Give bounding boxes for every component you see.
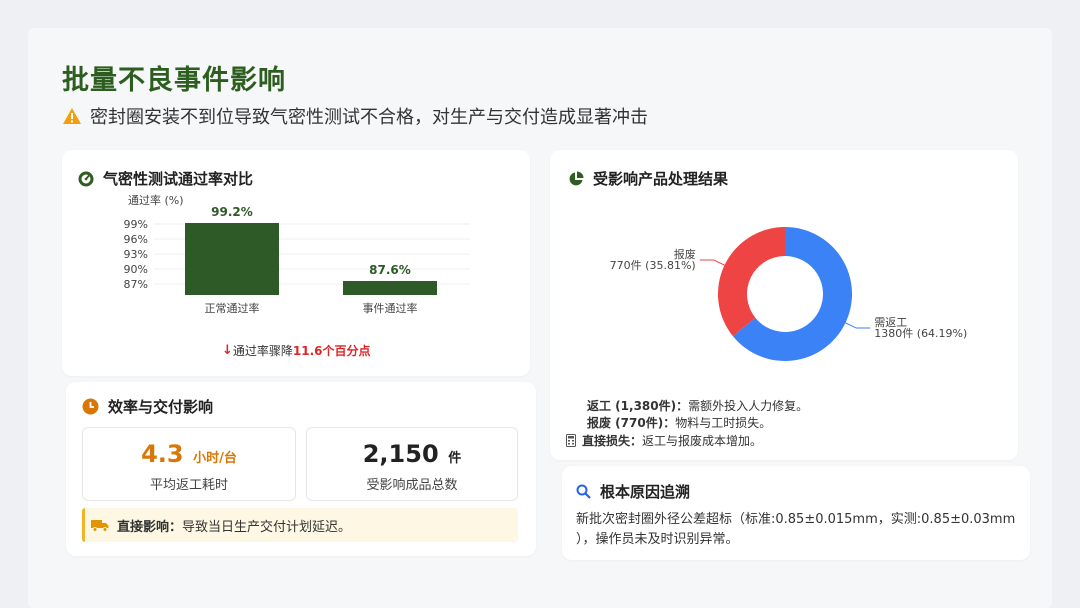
donut-slice-value: 1380件 (64.19%) [874,327,967,340]
y-tick-label: 96% [124,233,148,246]
root-cause-title: 根本原因追溯 [576,481,690,502]
kpi-rework-time: 4.3 小时/台 平均返工耗时 [82,427,296,501]
impact-text: 导致当日生产交付计划延迟。 [182,519,352,535]
bar-value-label: 87.6% [369,263,411,277]
search-icon [576,484,591,499]
root-cause-text: 新批次密封圈外径公差超标（标准:0.85±0.015mm，实测:0.85±0.0… [576,512,1016,547]
warning-icon [62,107,82,125]
kpi-affected-count: 2,150 件 受影响成品总数 [306,427,518,501]
kpi-rework-value: 4.3 [141,440,184,468]
disposal-title: 受影响产品处理结果 [568,168,728,189]
pass-rate-bar-chart: 通过率 (%) 99% 96% 93% 90% 87% 99.2% 正常通过率 87.6% 事件通… [124,193,470,315]
drop-note: ↓ 通过率骤降 11.6个百分点 [222,343,371,358]
disposal-donut-chart: 需返工1380件 (64.19%)报废770件 (35.81%) [610,227,967,361]
kpi-rework-label: 平均返工耗时 [149,478,228,493]
pass-rate-title: 气密性测试通过率对比 [78,168,253,189]
y-tick-label: 99% [124,218,148,231]
bar-value-label: 99.2% [211,205,253,219]
impact-banner: 直接影响： 导致当日生产交付计划延迟。 [82,508,518,542]
bar-1 [185,223,279,295]
donut-slice-2 [718,227,785,337]
x-tick-label: 正常通过率 [205,301,260,315]
page-title: 批量不良事件影响 [62,65,286,96]
clock-icon [82,398,99,415]
bar-2 [343,281,437,295]
truck-icon [91,518,109,532]
pie-chart-icon [568,171,584,187]
y-tick-label: 93% [124,248,148,261]
impact-label: 直接影响： [117,519,183,535]
page-subtitle: 密封圈安装不到位导致气密性测试不合格，对生产与交付造成显著冲击 [62,103,648,129]
kpi-affected-label: 受影响成品总数 [366,478,458,493]
kpi-rework-unit: 小时/台 [193,451,237,466]
donut-leader-line [699,259,725,266]
gauge-icon [78,171,94,187]
drop-value: 11.6个百分点 [292,344,371,358]
calculator-icon [566,434,576,447]
x-tick-label: 事件通过率 [363,301,418,315]
y-tick-label: 87% [124,278,148,291]
subtitle-text: 密封圈安装不到位导致气密性测试不合格，对生产与交付造成显著冲击 [90,107,648,128]
y-tick-label: 90% [124,263,148,276]
disposal-line-scrap: 报废 (770件)：物料与工时损失。 [587,416,772,430]
donut-leader-line [845,322,871,329]
donut-slice-value: 770件 (35.81%) [610,259,696,272]
kpi-affected-value: 2,150 [362,440,439,468]
y-axis-label: 通过率 (%) [128,193,184,207]
down-arrow-icon: ↓ [222,343,233,358]
disposal-line-loss: 直接损失： 返工与报废成本增加。 [566,432,762,449]
efficiency-title: 效率与交付影响 [82,396,213,417]
kpi-affected-unit: 件 [448,451,462,466]
disposal-line-rework: 返工 (1,380件)：需额外投入人力修复。 [587,399,809,413]
